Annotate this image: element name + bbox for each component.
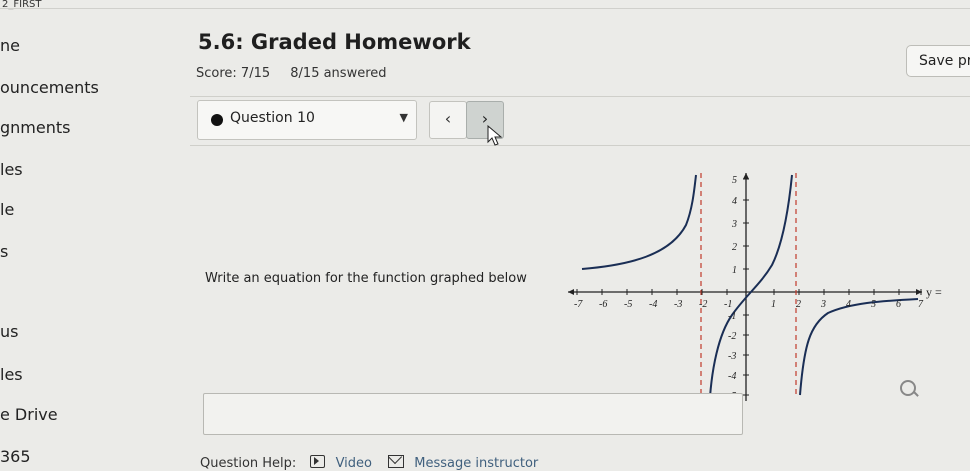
x-tick-label: -6 [599, 299, 607, 310]
y-tick-label: -4 [728, 371, 736, 382]
x-tick-label: -3 [674, 299, 682, 310]
score-line: Score: 7/15 8/15 answered [196, 66, 403, 81]
header-divider [190, 96, 970, 97]
curve-left-branch [581, 174, 697, 270]
video-icon[interactable] [310, 455, 326, 468]
sidebar-item[interactable]: e Drive [0, 405, 58, 424]
curve-right-branch [799, 298, 919, 396]
mouse-cursor-icon [487, 125, 503, 146]
answered-count: 8/15 answered [290, 66, 387, 81]
save-progress-button[interactable]: Save pr [906, 45, 970, 77]
question-nav-divider [190, 145, 970, 146]
y-tick-label: -2 [728, 331, 736, 342]
x-tick-label: -5 [624, 299, 632, 310]
answer-input[interactable] [203, 393, 743, 435]
sidebar-item[interactable]: ouncements [0, 78, 99, 97]
curve-middle-branch [709, 174, 793, 398]
y-tick-label: -3 [728, 351, 736, 362]
x-tick-label: -7 [574, 299, 583, 310]
y-tick-label: -1 [728, 311, 736, 322]
message-instructor-link[interactable]: Message instructor [414, 456, 538, 471]
y-tick-label: 1 [732, 265, 737, 276]
sidebar-item[interactable]: 365 [0, 447, 31, 466]
x-tick-label: -2 [699, 299, 707, 310]
y-tick-label: 3 [731, 219, 737, 230]
y-tick-label: 2 [732, 242, 737, 253]
sidebar-item[interactable]: les [0, 160, 23, 179]
caret-down-icon: ▼ [399, 111, 408, 124]
sidebar: ne ouncements gnments les le s us les e Drive 365 [0, 0, 200, 471]
x-tick-label: 3 [820, 299, 826, 310]
question-prompt: Write an equation for the function graph… [205, 271, 527, 286]
x-tick-label: 2 [796, 299, 801, 310]
x-tick-label: 6 [896, 299, 901, 310]
page-title: 5.6: Graded Homework [198, 30, 471, 54]
sidebar-item[interactable]: les [0, 365, 23, 384]
y-tick-label: 5 [732, 175, 737, 186]
sidebar-item[interactable]: le [0, 200, 14, 219]
video-link[interactable]: Video [336, 456, 372, 471]
question-select-label: Question 10 [230, 110, 315, 126]
x-tick-label: 7 [918, 299, 924, 310]
x-tick-label: 4 [846, 299, 851, 310]
x-tick-label: -4 [649, 299, 657, 310]
sidebar-item[interactable]: s [0, 242, 8, 261]
sidebar-item[interactable]: ne [0, 36, 20, 55]
sidebar-item[interactable]: us [0, 322, 18, 341]
sidebar-item[interactable]: gnments [0, 118, 70, 137]
question-help-row: Question Help: Video Message instructor [200, 455, 538, 471]
previous-question-button[interactable]: ‹ [429, 101, 467, 139]
x-axis-arrow-left-icon [568, 289, 574, 295]
x-tick-label: -1 [724, 299, 732, 310]
search-icon[interactable] [900, 380, 916, 396]
y-tick-label: 4 [732, 196, 737, 207]
y-equals-label: y = [926, 285, 942, 299]
mail-icon[interactable] [388, 455, 405, 468]
question-status-dot [211, 114, 223, 126]
y-axis-arrow-icon [743, 173, 749, 179]
x-tick-label: 1 [771, 299, 776, 310]
x-tick-label: 5 [871, 299, 876, 310]
question-help-label: Question Help: [200, 456, 297, 471]
function-graph: -7-6-5-4-3-2-11234567 12345-1-2-3-4-5 y … [568, 173, 942, 402]
question-select[interactable]: Question 10 ▼ [197, 100, 417, 140]
score-text: Score: 7/15 [196, 66, 271, 81]
